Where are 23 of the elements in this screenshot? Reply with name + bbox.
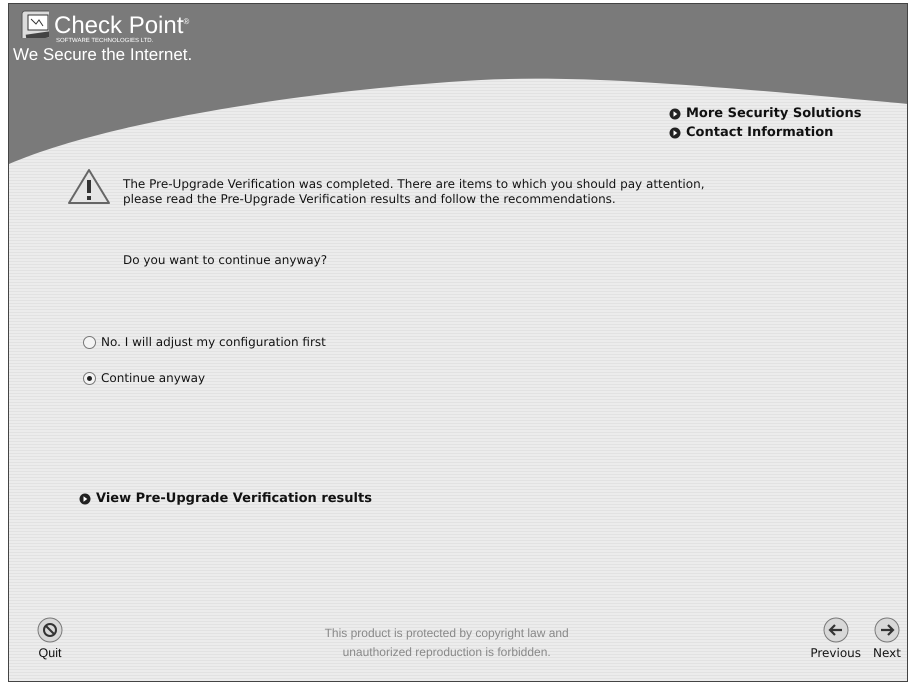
header-link[interactable]: Contact Information: [686, 125, 834, 140]
previous-icon: [822, 617, 849, 643]
next-button[interactable]: Next: [873, 617, 901, 660]
next-icon: [874, 617, 900, 643]
no-entry-icon: [37, 617, 63, 643]
arrow-bullet-icon: [669, 126, 681, 138]
radio-button[interactable]: [83, 372, 96, 384]
header-link[interactable]: More Security Solutions: [686, 106, 862, 121]
radio-button[interactable]: [83, 336, 96, 348]
tagline: We Secure the Internet.: [13, 45, 192, 65]
brand-name: Check Point$^{®}$: [54, 11, 190, 38]
quit-button[interactable]: Quit: [37, 617, 63, 660]
arrow-bullet-icon: [79, 492, 91, 504]
copyright-notice: This product is protected by copyright law and unauthorized reproduction is forbidden.: [324, 625, 570, 661]
previous-button[interactable]: Previous: [810, 617, 862, 660]
warning-icon: [67, 168, 111, 206]
arrow-bullet-icon: [669, 108, 681, 120]
question-text: Do you want to continue anyway?: [123, 253, 328, 267]
radio-label: No. I will adjust my configuration first: [101, 335, 326, 349]
warning-message: The Pre-Upgrade Verification was completed. There are items to which you should pay attention, please read the Pre-Upgrade Verification results and follow the recommendations.: [123, 177, 706, 207]
radio-label: Continue anyway: [101, 371, 206, 385]
results-link[interactable]: View Pre-Upgrade Verification results: [96, 491, 372, 506]
computer-logo-icon: [21, 10, 49, 38]
